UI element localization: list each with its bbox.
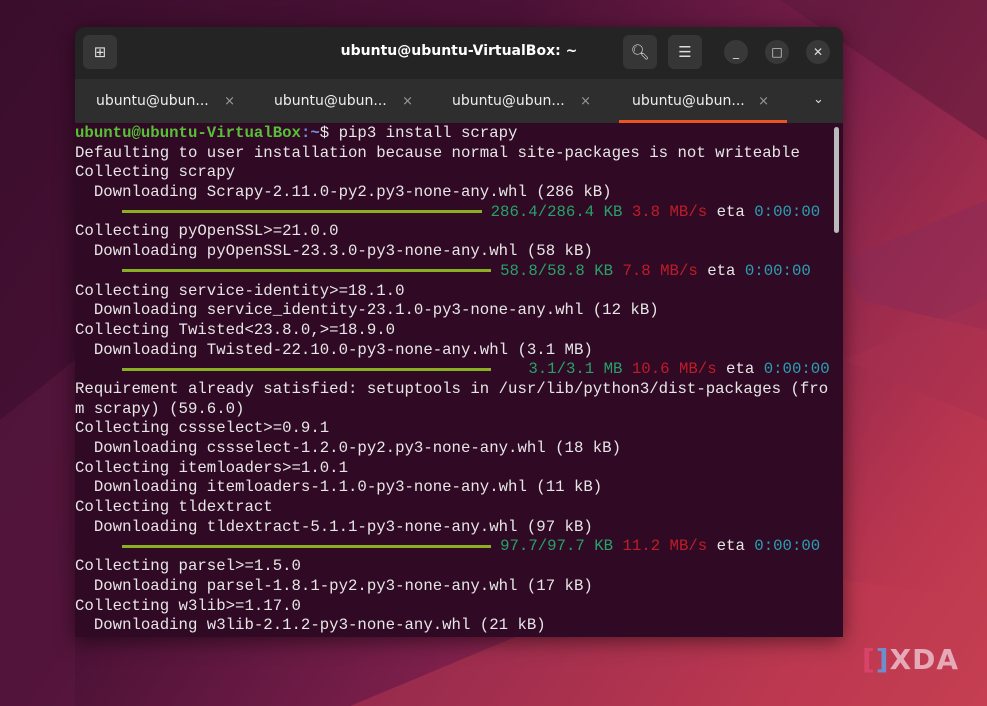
output-line: Collecting pyOpenSSL>=21.0.0	[75, 222, 339, 241]
search-icon: 🔍︎	[630, 43, 650, 61]
progress-line: 286.4/286.4 KB 3.8 MB/s eta 0:00:00	[75, 203, 843, 223]
progress-eta: 0:00:00	[754, 537, 821, 556]
output-line: Downloading parsel-1.8.1-py2.py3-none-an…	[75, 576, 593, 595]
progress-speed: 11.2 MB/s	[622, 537, 708, 556]
output-line: Collecting Twisted<23.8.0,>=18.9.0	[75, 320, 396, 339]
tab-bar: ubuntu@ubun... × ubuntu@ubun... × ubuntu@u…	[75, 79, 843, 123]
progress-eta: 0:00:00	[744, 261, 811, 280]
progress-speed: 10.6 MB/s	[631, 360, 717, 379]
progress-speed: 3.8 MB/s	[631, 202, 708, 221]
progress-bar	[122, 210, 482, 214]
minimize-icon: _	[733, 45, 739, 59]
xda-watermark: []XDA	[862, 643, 960, 676]
minimize-button[interactable]: _	[724, 40, 748, 64]
terminal-output[interactable]: ubuntu@ubuntu-VirtualBox:~$ pip3 install…	[75, 123, 843, 637]
output-line: Collecting w3lib>=1.17.0	[75, 596, 301, 615]
command: $ pip3 install scrapy	[319, 124, 518, 142]
tab-2[interactable]: ubuntu@ubun... ×	[253, 79, 431, 123]
prompt-path: :~	[300, 124, 320, 142]
progress-bar	[122, 544, 492, 548]
terminal-window: ⊞ ubuntu@ubuntu-VirtualBox: ~ 🔍︎ ☰ _ □ ✕…	[75, 27, 843, 637]
output-line: Downloading itemloaders-1.1.0-py3-none-a…	[75, 478, 603, 497]
tab-label: ubuntu@ubun...	[632, 93, 745, 109]
output-line: Collecting service-identity>=18.1.0	[75, 281, 405, 300]
output-line: Requirement already satisfied: setuptool…	[75, 379, 829, 398]
tab-label: ubuntu@ubun...	[452, 93, 565, 109]
progress-bar	[122, 367, 492, 371]
output-line: Downloading pyOpenSSL-23.3.0-py3-none-an…	[75, 242, 593, 261]
tabs-dropdown-chevron-icon[interactable]: ⌄	[813, 92, 824, 107]
title-bar: ⊞ ubuntu@ubuntu-VirtualBox: ~ 🔍︎ ☰ _ □ ✕	[75, 27, 843, 79]
progress-line: 3.1/3.1 MB 10.6 MB/s eta 0:00:00	[75, 360, 843, 380]
output-line: m scrapy) (59.6.0)	[75, 399, 245, 418]
output-line: Collecting scrapy	[75, 163, 236, 182]
close-button[interactable]: ✕	[806, 40, 830, 64]
output-line: Collecting cssselect>=0.9.1	[75, 419, 330, 438]
progress-speed: 7.8 MB/s	[622, 261, 698, 280]
progress-size: 286.4/286.4 KB	[490, 202, 623, 221]
tab-close-icon[interactable]: ×	[580, 94, 591, 109]
output-line: Collecting parsel>=1.5.0	[75, 557, 301, 576]
tab-close-icon[interactable]: ×	[402, 94, 413, 109]
menu-button[interactable]: ☰	[668, 35, 702, 69]
watermark-text: XDA	[889, 643, 960, 676]
tab-4-active[interactable]: ubuntu@ubun... ×	[619, 79, 787, 123]
output-line: Collecting tldextract	[75, 498, 273, 517]
progress-eta-label: eta	[707, 261, 736, 280]
tab-close-icon[interactable]: ×	[758, 94, 769, 109]
tab-1[interactable]: ubuntu@ubun... ×	[75, 79, 253, 123]
progress-eta: 0:00:00	[763, 360, 830, 379]
progress-size: 97.7/97.7 KB	[500, 537, 614, 556]
progress-bar	[122, 269, 492, 273]
tab-label: ubuntu@ubun...	[96, 93, 209, 109]
progress-eta-label: eta	[716, 202, 745, 221]
maximize-icon: □	[771, 45, 783, 59]
output-line: Collecting itemloaders>=1.0.1	[75, 458, 349, 477]
tab-label: ubuntu@ubun...	[274, 93, 387, 109]
search-button[interactable]: 🔍︎	[623, 35, 657, 69]
hamburger-icon: ☰	[678, 43, 692, 61]
progress-eta-label: eta	[716, 537, 745, 556]
output-line: Downloading tldextract-5.1.1-py3-none-an…	[75, 517, 593, 536]
progress-size: 58.8/58.8 KB	[500, 261, 614, 280]
progress-size: 3.1/3.1 MB	[528, 360, 623, 379]
output-line: Downloading Scrapy-2.11.0-py2.py3-none-a…	[75, 183, 612, 202]
tab-close-icon[interactable]: ×	[224, 94, 235, 109]
output-line: Downloading cssselect-1.2.0-py2.py3-none…	[75, 439, 622, 457]
output-line: Defaulting to user installation because …	[75, 143, 800, 162]
tab-3[interactable]: ubuntu@ubun... ×	[431, 79, 609, 123]
output-line: Downloading Twisted-22.10.0-py3-none-any…	[75, 340, 593, 359]
output-line: Downloading service_identity-23.1.0-py3-…	[75, 301, 659, 320]
prompt-line: ubuntu@ubuntu-VirtualBox:~$ pip3 install…	[75, 124, 843, 144]
scrollbar-thumb[interactable]	[834, 127, 839, 233]
progress-line: 97.7/97.7 KB 11.2 MB/s eta 0:00:00	[75, 537, 843, 557]
progress-eta: 0:00:00	[754, 202, 821, 221]
progress-eta-label: eta	[726, 360, 755, 379]
progress-line: 58.8/58.8 KB 7.8 MB/s eta 0:00:00	[75, 262, 843, 282]
prompt-user: ubuntu@ubuntu-VirtualBox	[75, 124, 301, 142]
output-line: Downloading w3lib-2.1.2-py3-none-any.whl…	[75, 616, 546, 635]
maximize-button[interactable]: □	[765, 40, 789, 64]
close-icon: ✕	[812, 45, 824, 59]
